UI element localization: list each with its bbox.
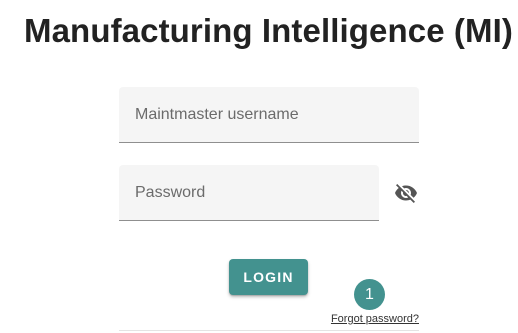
login-button[interactable]: LOGIN bbox=[229, 259, 308, 295]
eye-off-icon-graphic bbox=[395, 184, 417, 203]
divider bbox=[119, 330, 419, 331]
page-title: Manufacturing Intelligence (MI) bbox=[24, 12, 513, 49]
username-input[interactable] bbox=[119, 87, 419, 142]
eye-off-icon[interactable] bbox=[392, 180, 420, 206]
username-field[interactable] bbox=[119, 87, 419, 143]
password-input[interactable] bbox=[119, 165, 379, 220]
notification-badge: 1 bbox=[354, 279, 385, 310]
password-field[interactable] bbox=[119, 165, 379, 221]
forgot-password-link[interactable]: Forgot password? bbox=[331, 313, 419, 325]
